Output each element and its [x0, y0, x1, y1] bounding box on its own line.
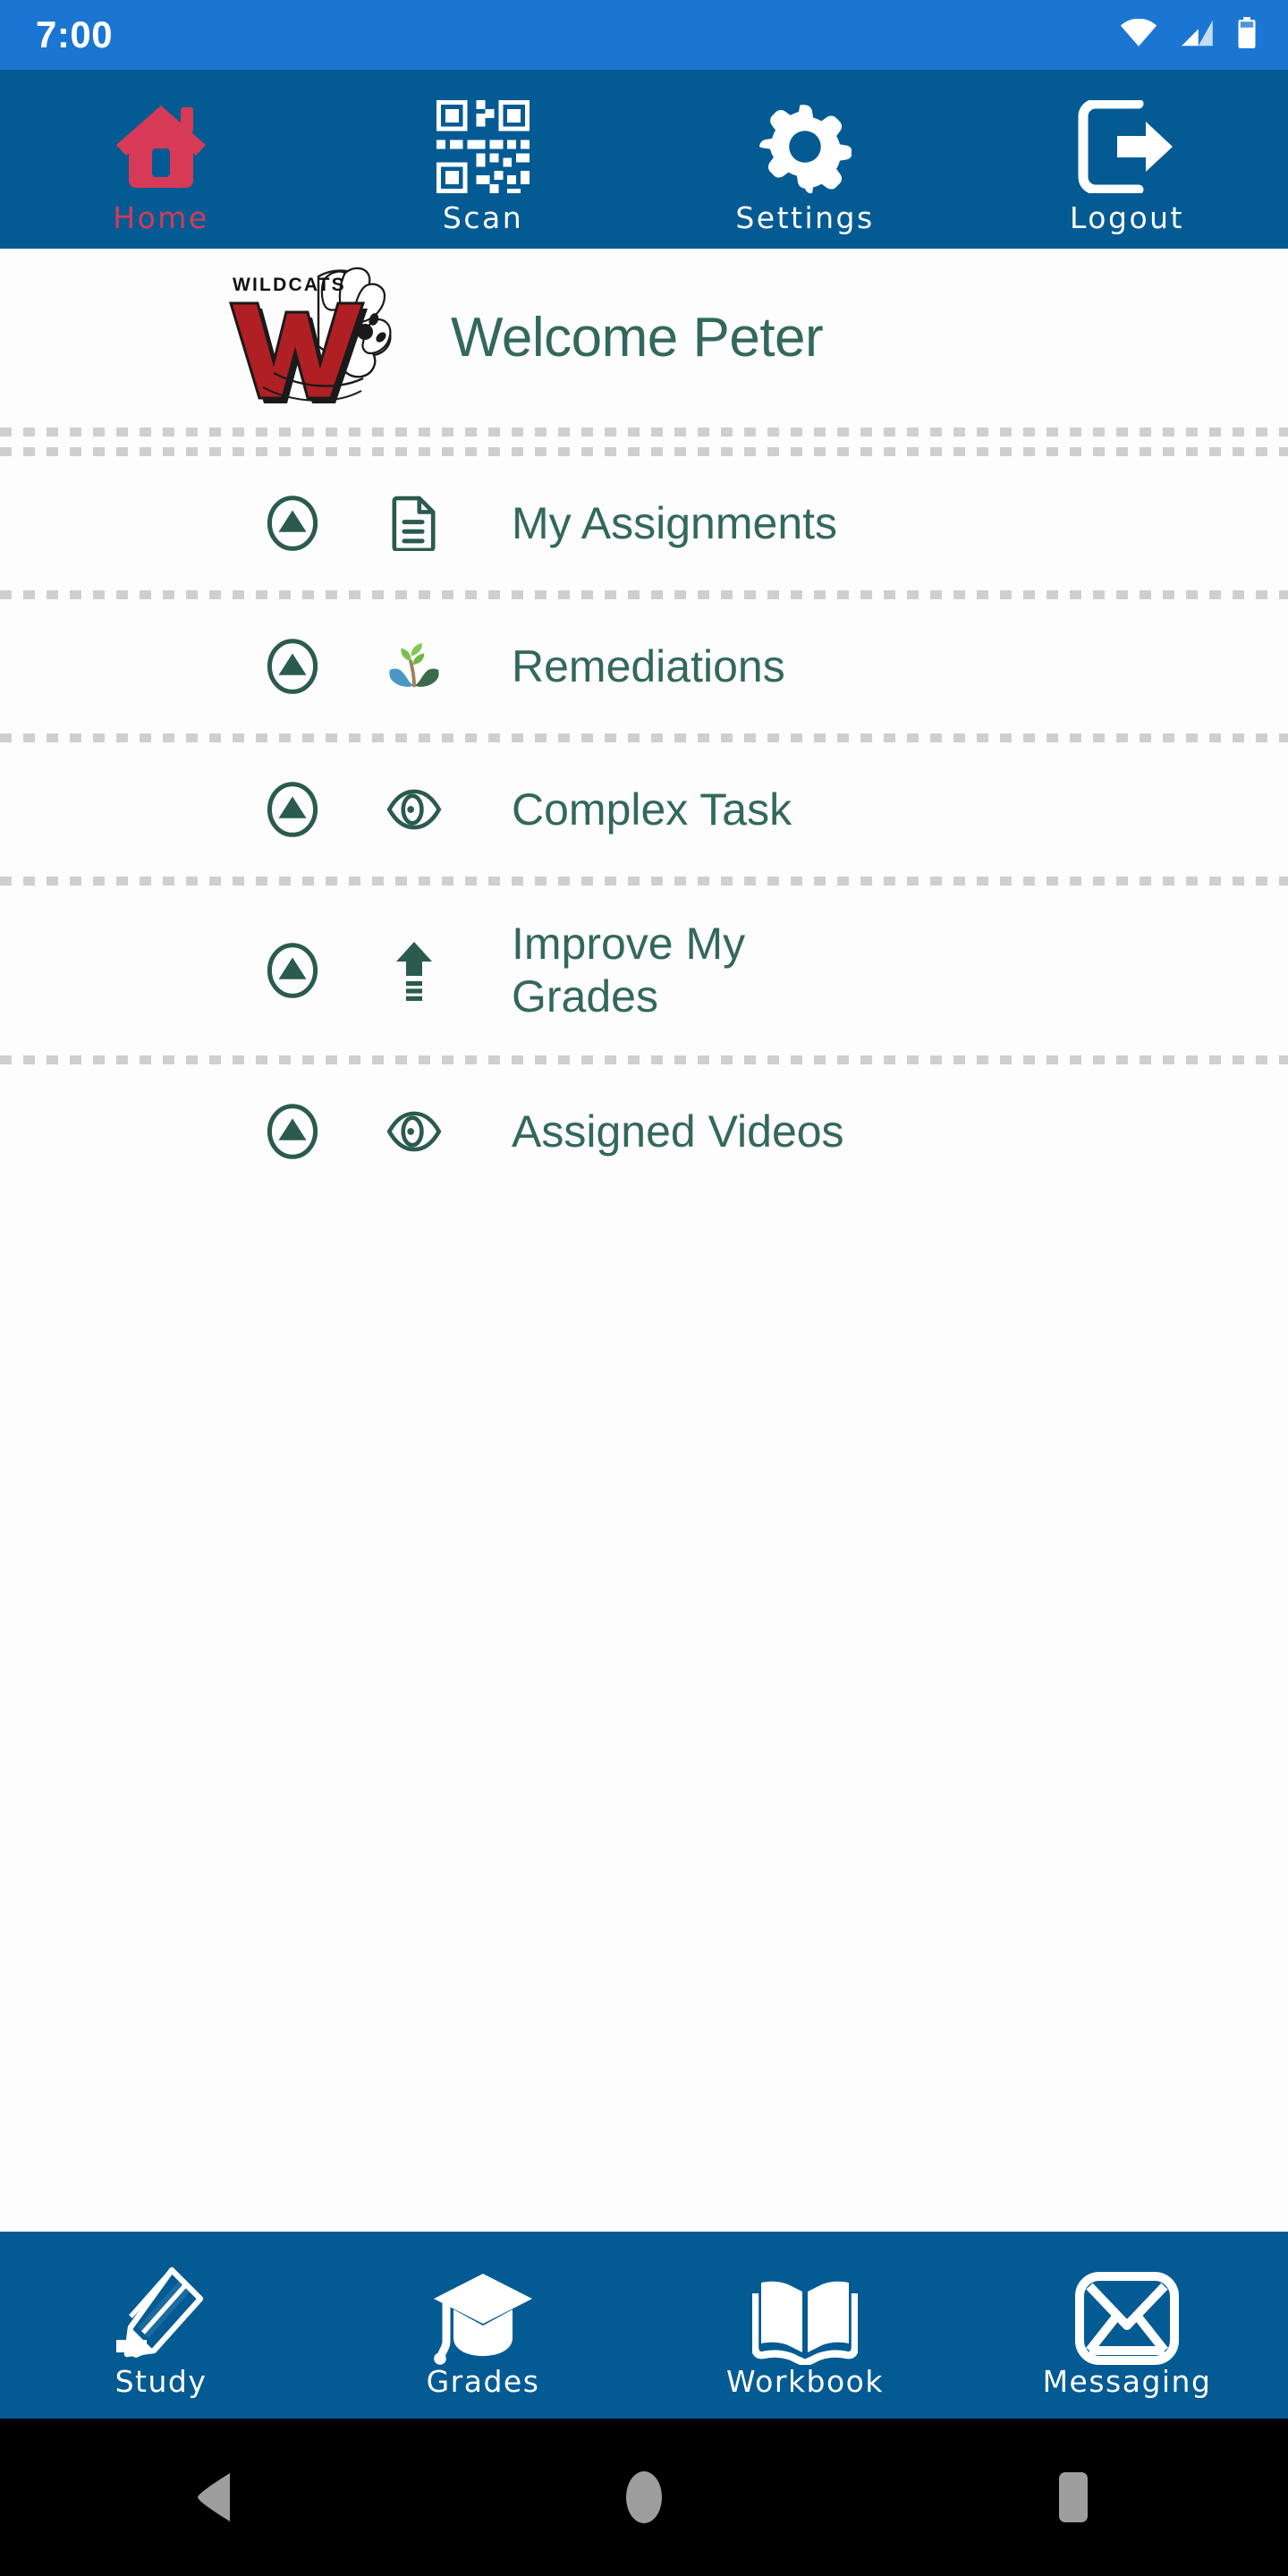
- bottom-nav-label-workbook: Workbook: [725, 2364, 884, 2399]
- top-nav-label-logout: Logout: [1070, 199, 1184, 235]
- house-icon: [113, 94, 209, 199]
- android-system-bar: [0, 2419, 1288, 2576]
- document-icon: [386, 496, 442, 551]
- gear-icon: [758, 94, 852, 199]
- menu-label-improve-my-grades: Improve My Grades: [512, 919, 746, 1021]
- top-nav-label-scan: Scan: [442, 199, 524, 235]
- bottom-navigation-bar: Study Grades Workbook Messaging: [0, 2232, 1288, 2419]
- up-arrow-icon: [386, 942, 442, 1001]
- recents-button[interactable]: [1020, 2453, 1127, 2542]
- bottom-nav-label-grades: Grades: [426, 2364, 540, 2399]
- menu-label-assigned-videos: Assigned Videos: [512, 1106, 844, 1157]
- collapse-arrow-icon[interactable]: [265, 496, 320, 551]
- bottom-nav-item-grades[interactable]: Grades: [322, 2232, 644, 2419]
- menu-label-complex-task: Complex Task: [512, 784, 792, 835]
- status-icon-group: [1120, 16, 1258, 54]
- back-button[interactable]: [161, 2453, 268, 2542]
- top-nav-item-settings[interactable]: Settings: [644, 70, 966, 249]
- top-nav-item-home[interactable]: Home: [0, 70, 322, 249]
- logout-icon: [1078, 94, 1176, 199]
- eye-icon: [386, 1104, 442, 1159]
- main-content: WILDCATS Welcome Peter My Assignments Re…: [0, 249, 1288, 2232]
- envelope-icon: [1075, 2259, 1179, 2365]
- separator: [0, 733, 1288, 742]
- menu-item-assigned-videos[interactable]: Assigned Videos: [0, 1064, 1288, 1199]
- top-nav-item-scan[interactable]: Scan: [322, 70, 644, 249]
- menu-label-remediations: Remediations: [512, 640, 785, 691]
- collapse-arrow-icon[interactable]: [265, 943, 320, 998]
- bottom-nav-item-study[interactable]: Study: [0, 2232, 322, 2419]
- collapse-arrow-icon[interactable]: [265, 639, 320, 694]
- app-screen: 7:00 Home Scan Settings Logout WILDCATS …: [0, 0, 1288, 2576]
- cellular-signal-icon: [1179, 19, 1215, 52]
- separator: [0, 590, 1288, 599]
- status-time: 7:00: [36, 13, 114, 55]
- separator: [0, 1055, 1288, 1064]
- sapling-hands-icon: [386, 639, 442, 694]
- welcome-message: Welcome Peter: [451, 306, 824, 369]
- logo-wordmark: WILDCATS: [233, 275, 346, 295]
- menu-item-my-assignments[interactable]: My Assignments: [0, 456, 1288, 590]
- graduation-cap-icon: [430, 2259, 536, 2365]
- welcome-header: WILDCATS Welcome Peter: [0, 249, 1288, 426]
- home-button[interactable]: [590, 2453, 698, 2542]
- wildcats-logo: WILDCATS: [211, 266, 406, 409]
- collapse-arrow-icon[interactable]: [265, 1104, 320, 1159]
- bottom-nav-item-messaging[interactable]: Messaging: [966, 2232, 1288, 2419]
- menu-item-complex-task[interactable]: Complex Task: [0, 742, 1288, 877]
- bottom-nav-item-workbook[interactable]: Workbook: [644, 2232, 966, 2419]
- top-nav-item-logout[interactable]: Logout: [966, 70, 1288, 249]
- pencil-icon: [113, 2259, 209, 2365]
- bottom-nav-label-messaging: Messaging: [1042, 2364, 1212, 2399]
- qr-code-icon: [436, 94, 530, 199]
- wifi-icon: [1120, 18, 1157, 52]
- separator: [0, 877, 1288, 886]
- menu-item-improve-my-grades[interactable]: Improve My Grades: [0, 886, 1288, 1055]
- collapse-arrow-icon[interactable]: [265, 782, 320, 837]
- status-bar: 7:00: [0, 0, 1288, 70]
- top-nav-label-home: Home: [113, 199, 209, 235]
- top-nav-label-settings: Settings: [735, 199, 875, 235]
- bottom-nav-label-study: Study: [114, 2364, 208, 2399]
- eye-icon: [386, 782, 442, 837]
- menu-item-remediations[interactable]: Remediations: [0, 599, 1288, 733]
- menu-label-my-assignments: My Assignments: [512, 497, 838, 548]
- top-navigation-bar: Home Scan Settings Logout: [0, 70, 1288, 249]
- battery-icon: [1236, 16, 1258, 54]
- open-book-icon: [752, 2259, 858, 2365]
- separator-double: [0, 426, 1288, 456]
